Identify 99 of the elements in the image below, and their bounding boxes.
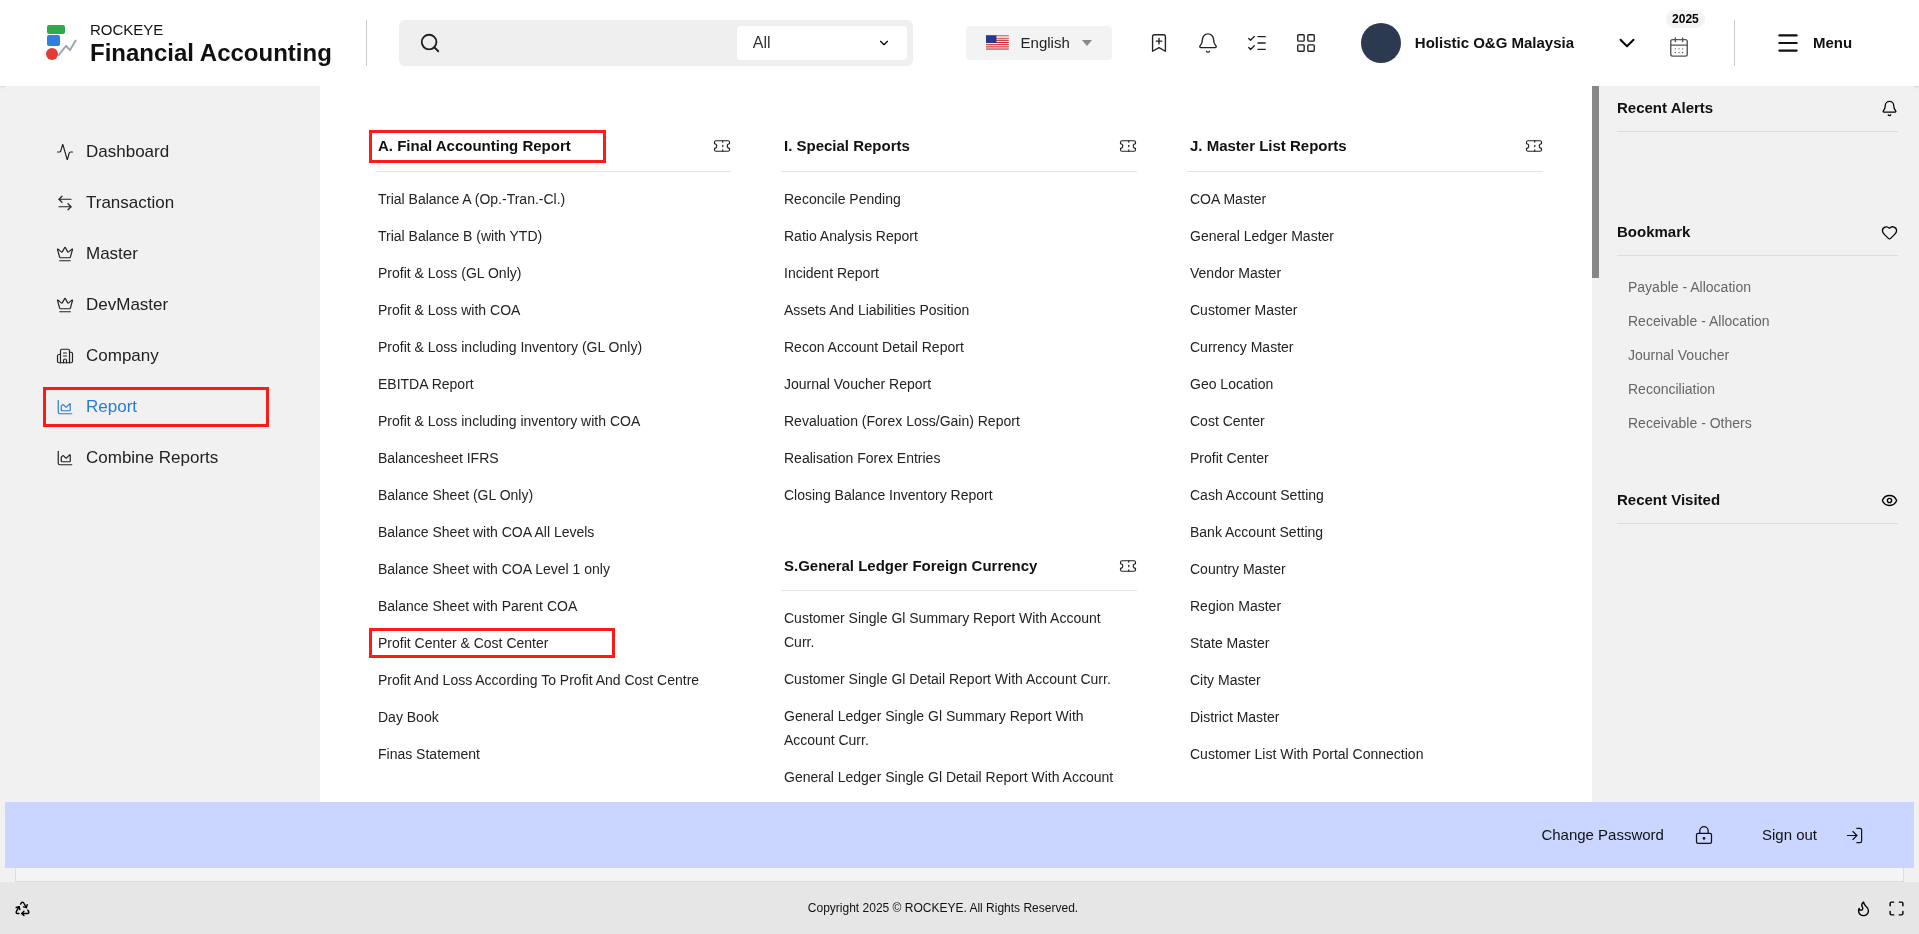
report-link[interactable]: Geo Location [1181,368,1283,399]
report-link[interactable]: Balance Sheet with COA All Levels [369,516,604,547]
bookmark-link[interactable]: Reconciliation [1628,378,1898,400]
panel-title: Recent Visited [1617,490,1721,511]
report-link[interactable]: Currency Master [1181,331,1303,362]
report-link[interactable]: District Master [1181,701,1289,732]
sidebar-item[interactable]: Company [43,336,269,376]
area-chart-icon [56,398,74,416]
flag-icon [985,35,1009,51]
change-password-button[interactable]: Change Password [1541,823,1714,847]
report-link[interactable]: Trial Balance A (Op.-Tran.-Cl.) [369,183,575,214]
fullscreen-icon[interactable] [1888,899,1905,917]
area-chart-icon [56,449,74,467]
report-link[interactable]: Customer Single Gl Detail Report With Account Curr. [775,664,1120,694]
brand-name: ROCKEYE [90,21,165,37]
report-link[interactable]: Profit & Loss including Inventory (GL Only) [369,331,652,362]
chart-icon [56,143,74,161]
recycle-icon[interactable] [14,899,31,917]
sidebar-item[interactable]: Combine Reports [43,438,269,478]
search-icon [418,32,441,54]
language-selector[interactable]: English [965,26,1112,60]
report-link[interactable]: Profit And Loss According To Profit And Cost Centre [369,664,709,695]
report-link[interactable]: State Master [1181,627,1279,658]
report-link[interactable]: Day Book [369,701,448,732]
year-badge: 2025 [1666,10,1705,28]
bookmark-link[interactable]: Receivable - Allocation [1628,310,1898,332]
crown-icon [56,245,74,263]
report-link[interactable]: Vendor Master [1181,257,1291,288]
report-link[interactable]: Profit & Loss with COA [369,294,530,325]
category-dropdown[interactable]: All [736,26,907,60]
app-logo-icon [44,24,78,62]
report-link[interactable]: Cost Center [1181,405,1274,436]
report-link[interactable]: Profit & Loss (GL Only) [369,257,531,288]
arrows-icon [56,194,74,212]
caret-icon [1081,40,1092,46]
section-title: I. Special Reports [783,136,911,156]
section-title: A. Final Accounting Report [369,130,606,163]
report-link[interactable]: Balance Sheet (GL Only) [369,479,543,510]
report-link[interactable]: Revaluation (Forex Loss/Gain) Report [775,405,1029,436]
sidebar-item[interactable]: Master [43,234,269,274]
grid-icon[interactable] [1294,32,1317,54]
report-link[interactable]: COA Master [1181,183,1276,214]
report-link[interactable]: Balance Sheet with COA Level 1 only [369,553,619,584]
sidebar-item[interactable]: Dashboard [43,132,269,172]
report-link[interactable]: General Ledger Single Gl Summary Report With Account Curr. [775,701,1137,755]
report-link[interactable]: Customer Single Gl Summary Report With Account Curr. [775,603,1137,657]
report-link[interactable]: EBITDA Report [369,368,483,399]
section-title: S.General Ledger Foreign Currency [783,555,1039,576]
scrollbar-thumb[interactable] [1592,86,1599,278]
avatar[interactable] [1360,23,1401,63]
search-field[interactable]: All [398,20,913,66]
app-title: Financial Accounting [90,40,332,65]
report-link[interactable]: Recon Account Detail Report [775,331,973,362]
report-link[interactable]: Customer Master [1181,294,1307,325]
lock-icon [1693,825,1714,845]
flame-icon[interactable] [1855,899,1872,917]
section-title: J. Master List Reports [1189,136,1348,156]
copyright-text: Copyright 2025 © ROCKEYE. All Rights Reserved. [807,900,1079,917]
report-link[interactable]: Realisation Forex Entries [775,442,950,473]
panel-title: Bookmark [1617,222,1691,243]
report-link[interactable]: General Ledger Master [1181,220,1343,251]
report-link[interactable]: Customer List With Portal Connection [1181,738,1433,769]
sign-out-button[interactable]: Sign out [1761,823,1864,847]
sidebar-item[interactable]: Report [43,387,269,427]
calendar-icon[interactable] [1668,36,1691,58]
eye-icon[interactable] [1881,492,1898,509]
report-link[interactable]: Assets And Liabilities Position [775,294,979,325]
notification-icon[interactable] [1196,32,1219,54]
report-link[interactable]: Reconcile Pending [775,183,910,214]
report-link[interactable]: Cash Account Setting [1181,479,1333,510]
bookmark-link[interactable]: Payable - Allocation [1628,276,1898,298]
sidebar-item[interactable]: DevMaster [43,285,269,325]
report-link[interactable]: Profit & Loss including inventory with COA [369,405,650,436]
report-link[interactable]: Trial Balance B (with YTD) [369,220,552,251]
building-icon [56,347,74,365]
report-link[interactable]: Incident Report [775,257,888,288]
panel-title: Recent Alerts [1617,98,1714,119]
sign-out-icon [1845,825,1864,845]
notification-icon[interactable] [1881,100,1898,117]
bookmark-link[interactable]: Journal Voucher [1628,344,1898,366]
company-name: Holistic O&G Malaysia [1414,32,1575,53]
menu-button[interactable]: Menu [1775,30,1853,56]
report-link[interactable]: City Master [1181,664,1270,695]
report-link[interactable]: Balance Sheet with Parent COA [369,590,587,621]
crown-icon [56,296,74,314]
report-link[interactable]: Closing Balance Inventory Report [775,479,1002,510]
report-link[interactable]: Balancesheet IFRS [369,442,508,473]
report-link[interactable]: Country Master [1181,553,1295,584]
bookmark-link[interactable]: Receivable - Others [1628,412,1898,434]
report-link[interactable]: Profit Center & Cost Center [369,627,616,658]
report-link[interactable]: Profit Center [1181,442,1278,473]
report-link[interactable]: Bank Account Setting [1181,516,1333,547]
report-link[interactable]: Finas Statement [369,738,489,769]
report-link[interactable]: Journal Voucher Report [775,368,941,399]
heart-icon[interactable] [1881,224,1898,241]
report-link[interactable]: General Ledger Single Gl Detail Report With Account [775,762,1123,792]
report-link[interactable]: Region Master [1181,590,1291,621]
sidebar-item[interactable]: Transaction [43,183,269,223]
report-link[interactable]: Ratio Analysis Report [775,220,927,251]
